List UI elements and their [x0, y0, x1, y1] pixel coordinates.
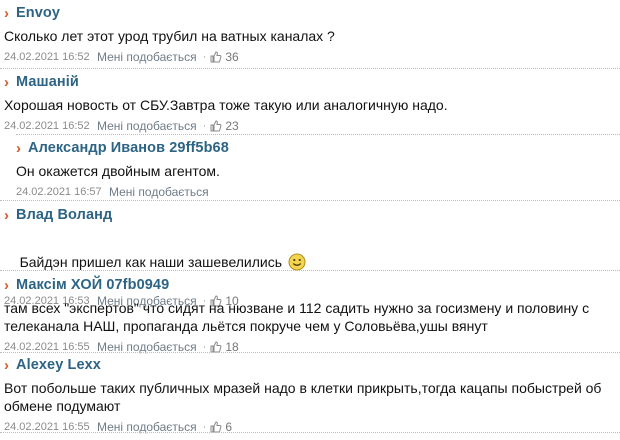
comment-text: Сколько лет этот урод трубил на ватных к…: [4, 28, 335, 44]
like-button[interactable]: Мені подобається: [109, 185, 209, 199]
like-button[interactable]: Мені подобається: [97, 119, 197, 133]
chevron-right-icon: ›: [4, 206, 9, 224]
comment-item: › Alexey Lexx Вот побольше таких публичн…: [4, 355, 620, 434]
meta-separator: ·: [202, 120, 207, 132]
comment-author[interactable]: Максім ХОЙ 07fb0949: [16, 277, 169, 293]
comment-date: 24.02.2021 16:52: [4, 120, 90, 132]
comment-item: › Машаній Хорошая новость от СБУ.Завтра …: [4, 72, 620, 133]
chevron-right-icon: ›: [16, 139, 21, 157]
like-count: 36: [225, 50, 239, 64]
divider: [0, 352, 620, 353]
comment-author[interactable]: Влад Воланд: [16, 207, 112, 223]
comment-item: › Envoy Сколько лет этот урод трубил на …: [4, 3, 620, 64]
divider: [0, 200, 620, 201]
divider: [0, 432, 620, 433]
chevron-right-icon: ›: [4, 73, 9, 91]
reply-item: › Александр Иванов 29ff5b68 Он окажется …: [16, 138, 620, 199]
comment-author[interactable]: Envoy: [16, 5, 60, 21]
meta-separator: ·: [202, 51, 207, 63]
thumbs-up-icon[interactable]: [210, 120, 222, 132]
chevron-right-icon: ›: [4, 276, 9, 294]
comment-item: › Максім ХОЙ 07fb0949 там всех "эксперто…: [4, 275, 620, 354]
comment-date: 24.02.2021 16:52: [4, 51, 90, 63]
comment-author[interactable]: Машаній: [16, 74, 79, 90]
comment-text: там всех "экспертов" что сидят на нюзван…: [4, 300, 590, 334]
divider: [0, 270, 620, 271]
comment-author[interactable]: Александр Иванов 29ff5b68: [28, 140, 229, 156]
like-count: 23: [225, 119, 239, 133]
divider: [0, 68, 620, 69]
comment-text: Хорошая новость от СБУ.Завтра тоже такую…: [4, 97, 448, 113]
comment-text: Вот побольше таких публичных мразей надо…: [4, 380, 602, 414]
comment-author[interactable]: Alexey Lexx: [16, 357, 101, 373]
smiley-face-icon: [288, 253, 306, 271]
comment-text: Он окажется двойным агентом.: [16, 163, 220, 179]
chevron-right-icon: ›: [4, 4, 9, 22]
like-button[interactable]: Мені подобається: [97, 50, 197, 64]
thumbs-up-icon[interactable]: [210, 51, 222, 63]
comment-date: 24.02.2021 16:57: [16, 186, 102, 198]
divider: [16, 134, 620, 135]
comment-text-content: Байдэн пришел как наши зашевелились: [19, 254, 283, 270]
chevron-right-icon: ›: [4, 356, 9, 374]
